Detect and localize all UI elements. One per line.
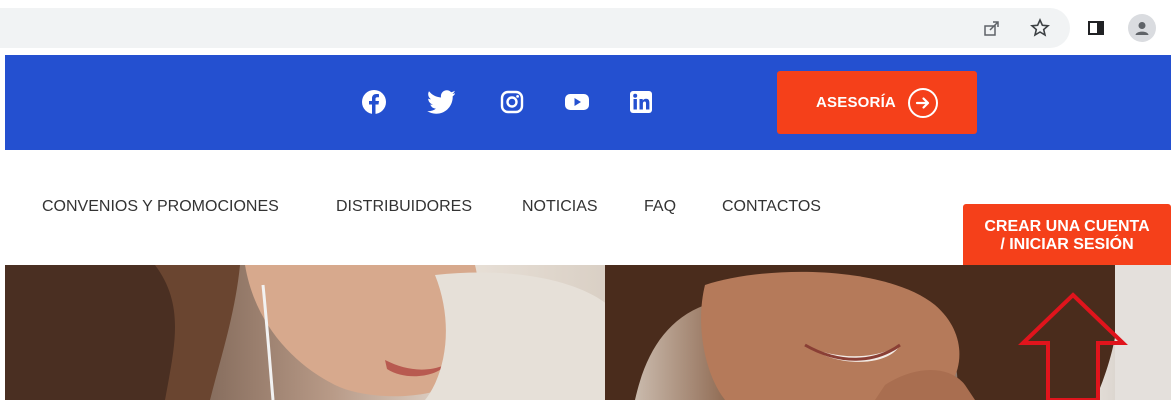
nav-item-contactos[interactable]: CONTACTOS bbox=[722, 198, 821, 216]
nav-item-faq[interactable]: FAQ bbox=[644, 198, 676, 216]
hero-illustration bbox=[5, 265, 1171, 400]
asesoria-label: ASESORÍA bbox=[816, 94, 896, 111]
facebook-icon[interactable] bbox=[360, 88, 388, 116]
create-account-login-button[interactable]: CREAR UNA CUENTA / INICIAR SESIÓN bbox=[963, 204, 1171, 268]
nav-item-convenios[interactable]: CONVENIOS Y PROMOCIONES bbox=[42, 198, 279, 216]
instagram-icon[interactable] bbox=[498, 88, 526, 116]
main-navigation: CONVENIOS Y PROMOCIONES DISTRIBUIDORES N… bbox=[0, 150, 1171, 268]
arrow-right-circle-icon bbox=[907, 87, 938, 118]
nav-item-distribuidores[interactable]: DISTRIBUIDORES bbox=[336, 198, 472, 216]
profile-icon[interactable] bbox=[1128, 14, 1156, 42]
bookmark-star-icon[interactable] bbox=[1026, 14, 1054, 42]
address-bar[interactable] bbox=[0, 8, 1070, 48]
twitter-icon[interactable] bbox=[427, 88, 455, 116]
cta-line-2: / INICIAR SESIÓN bbox=[1000, 236, 1134, 253]
linkedin-icon[interactable] bbox=[627, 88, 655, 116]
side-panel-icon[interactable] bbox=[1082, 14, 1110, 42]
cta-line-1: CREAR UNA CUENTA bbox=[984, 218, 1150, 235]
browser-toolbar bbox=[0, 0, 1171, 55]
youtube-icon[interactable] bbox=[563, 88, 591, 116]
hero-image bbox=[5, 265, 1171, 400]
nav-item-noticias[interactable]: NOTICIAS bbox=[522, 198, 598, 216]
share-icon[interactable] bbox=[978, 14, 1006, 42]
asesoria-button[interactable]: ASESORÍA bbox=[777, 71, 977, 134]
social-top-bar: ASESORÍA bbox=[5, 55, 1171, 150]
